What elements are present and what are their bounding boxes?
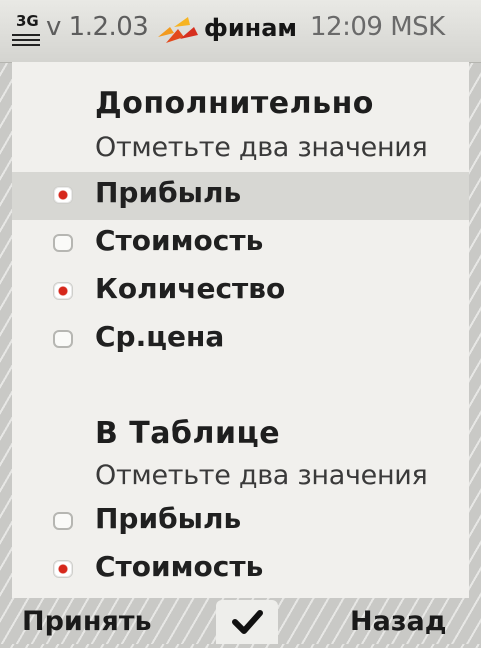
option-label: Ср.цена (95, 320, 225, 353)
section-hint-table: Отметьте два значения (95, 460, 428, 491)
option-label: Количество (95, 272, 286, 305)
checkbox-checked-icon[interactable] (53, 560, 73, 578)
back-softkey[interactable]: Назад (350, 606, 447, 637)
checkbox-unchecked-icon[interactable] (53, 234, 73, 252)
checkmark-icon (232, 610, 263, 634)
finam-logo-icon (158, 17, 198, 43)
option-avg-price[interactable]: Ср.цена (12, 316, 469, 364)
network-type: 3G (16, 12, 39, 30)
option-label: Стоимость (95, 224, 264, 257)
option-label: Стоимость (95, 550, 264, 583)
option-value-table[interactable]: Стоимость (12, 546, 469, 594)
section-title-additional: Дополнительно (95, 86, 374, 121)
accept-softkey[interactable]: Принять (22, 606, 152, 637)
softkey-bar: Принять Назад (0, 598, 481, 644)
app-version: v 1.2.03 (46, 12, 149, 42)
option-quantity[interactable]: Количество (12, 268, 469, 316)
section-title-table: В Таблице (95, 416, 281, 451)
checkbox-unchecked-icon[interactable] (53, 330, 73, 348)
checkbox-checked-icon[interactable] (53, 282, 73, 300)
option-value[interactable]: Стоимость (12, 220, 469, 268)
option-profit-table[interactable]: Прибыль (12, 498, 469, 546)
3g-signal-icon: 3G (10, 12, 44, 52)
brand-name: финам (204, 14, 298, 42)
checkbox-checked-icon[interactable] (53, 186, 73, 204)
clock: 12:09 MSK (310, 12, 445, 42)
checkbox-unchecked-icon[interactable] (53, 512, 73, 530)
settings-panel: Дополнительно Отметьте два значения Приб… (12, 62, 469, 598)
select-softkey[interactable] (216, 600, 278, 644)
option-label: Прибыль (95, 176, 242, 209)
status-bar: 3G v 1.2.03 финам 12:09 MSK (0, 0, 481, 63)
option-profit[interactable]: Прибыль (12, 172, 469, 220)
option-label: Прибыль (95, 502, 242, 535)
section-hint-additional: Отметьте два значения (95, 132, 428, 163)
